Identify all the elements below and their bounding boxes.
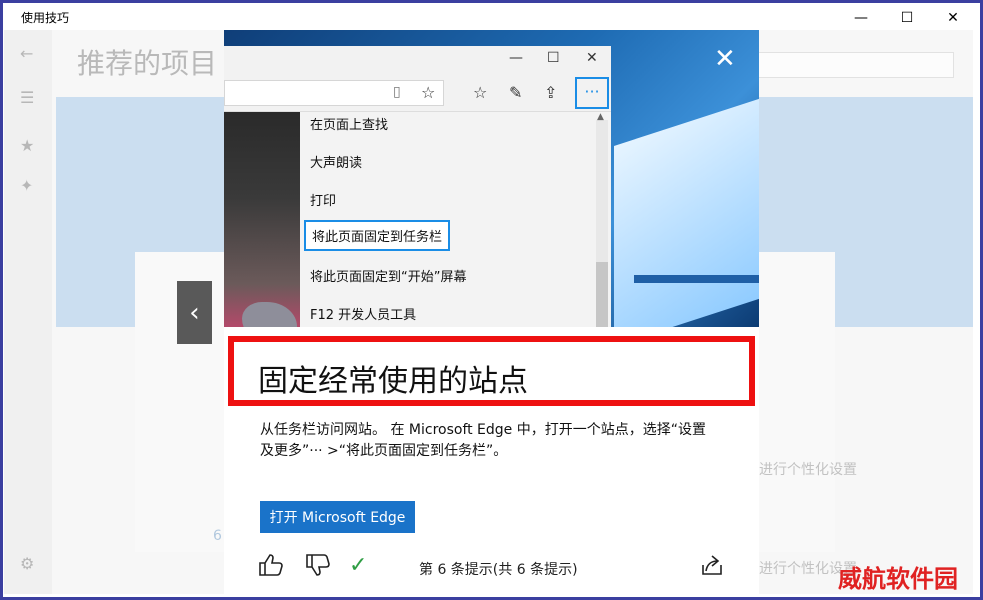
webpage-photo xyxy=(224,112,300,327)
browser-close-icon: ✕ xyxy=(586,50,598,66)
title-bar: 使用技巧 — ☐ ✕ xyxy=(3,3,980,33)
tip-description-line-2: 及更多”··· >“将此页面固定到任务栏”。 xyxy=(260,443,508,459)
tip-counter: 第 6 条提示(共 6 条提示) xyxy=(419,562,578,578)
menu-scrollbar-thumb xyxy=(596,262,608,327)
close-button[interactable]: ✕ xyxy=(930,3,976,33)
favorites-list-icon: ☆ xyxy=(473,83,488,102)
share-arrow-icon xyxy=(702,555,722,575)
address-bar: ▯ ☆ xyxy=(224,80,444,106)
favorite-star-icon: ☆ xyxy=(421,83,436,102)
pen-icon: ✎ xyxy=(509,83,523,102)
check-icon: ✓ xyxy=(349,553,368,578)
tip-screenshot: — ☐ ✕ ▯ ☆ ☆ ✎ ⇪ ··· 在页面上查找 大声朗读 打印 将此页面固… xyxy=(224,30,759,327)
maximize-button[interactable]: ☐ xyxy=(884,3,930,33)
thumbs-down-icon xyxy=(306,554,330,576)
scroll-up-icon: ▲ xyxy=(597,112,604,122)
menu-item-print: 打印 xyxy=(310,194,337,209)
menu-item-pin-start: 将此页面固定到“开始”屏幕 xyxy=(310,270,467,285)
share-icon: ⇪ xyxy=(544,83,558,102)
minimize-button[interactable]: — xyxy=(838,3,884,33)
more-icon: ··· xyxy=(575,77,609,109)
thumbs-up-icon xyxy=(259,554,283,576)
tip-description: 从任务栏访问网站。 在 Microsoft Edge 中，打开一个站点，选择“设… xyxy=(260,420,740,462)
share-tip-icon[interactable] xyxy=(700,553,726,583)
window-title: 使用技巧 xyxy=(21,11,70,25)
settings-menu: 在页面上查找 大声朗读 打印 将此页面固定到任务栏 将此页面固定到“开始”屏幕 … xyxy=(300,112,611,327)
dislike-icon[interactable] xyxy=(305,553,331,583)
edge-browser-mock: — ☐ ✕ ▯ ☆ ☆ ✎ ⇪ ··· 在页面上查找 大声朗读 打印 将此页面固… xyxy=(224,46,611,327)
browser-minimize-icon: — xyxy=(509,50,523,66)
bird-image xyxy=(242,302,297,327)
open-edge-button[interactable]: 打开 Microsoft Edge xyxy=(260,501,415,533)
menu-item-read-aloud: 大声朗读 xyxy=(310,156,363,171)
menu-item-pin-taskbar: 将此页面固定到任务栏 xyxy=(304,220,451,251)
browser-toolbar: ▯ ☆ ☆ ✎ ⇪ ··· xyxy=(224,74,611,112)
browser-titlebar: — ☐ ✕ xyxy=(224,46,611,74)
tip-title: 固定经常使用的站点 xyxy=(258,364,528,399)
like-icon[interactable] xyxy=(258,553,284,583)
watermark-text: 威航软件园 xyxy=(838,565,958,593)
dialog-close-button[interactable]: ✕ xyxy=(714,44,736,74)
menu-item-find: 在页面上查找 xyxy=(310,118,389,133)
wallpaper-band xyxy=(634,275,759,283)
previous-tip-button[interactable]: ‹ xyxy=(177,281,212,344)
chevron-left-icon: ‹ xyxy=(189,297,200,328)
browser-maximize-icon: ☐ xyxy=(547,50,560,66)
tip-description-line-1: 从任务栏访问网站。 在 Microsoft Edge 中，打开一个站点，选择“设… xyxy=(260,422,706,438)
menu-item-f12-tools: F12 开发人员工具 xyxy=(310,308,417,323)
reading-view-icon: ▯ xyxy=(393,84,401,100)
